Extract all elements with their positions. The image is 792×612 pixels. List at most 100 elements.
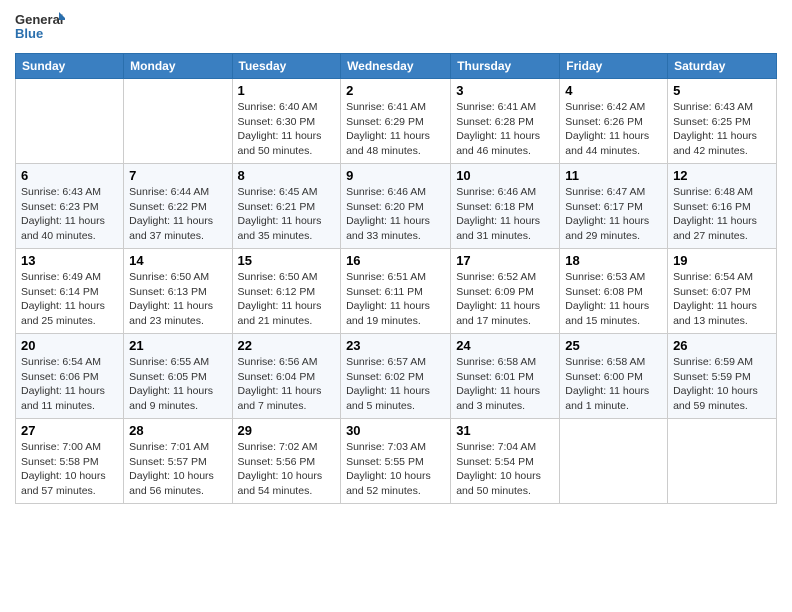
day-number: 28 (129, 423, 226, 438)
calendar-cell: 30 Sunrise: 7:03 AM Sunset: 5:55 PM Dayli… (341, 419, 451, 504)
day-number: 12 (673, 168, 771, 183)
day-number: 10 (456, 168, 554, 183)
day-info: Sunrise: 6:50 AM Sunset: 6:12 PM Dayligh… (238, 270, 336, 329)
svg-text:Blue: Blue (15, 26, 43, 41)
logo-svg: General Blue (15, 10, 65, 45)
day-info: Sunrise: 6:45 AM Sunset: 6:21 PM Dayligh… (238, 185, 336, 244)
day-number: 23 (346, 338, 445, 353)
calendar-cell: 24Sunrise: 6:58 AM Sunset: 6:01 PM Dayli… (451, 334, 560, 419)
calendar-cell: 6 Sunrise: 6:43 AM Sunset: 6:23 PM Daylig… (16, 164, 124, 249)
calendar-cell: 13Sunrise: 6:49 AM Sunset: 6:14 PM Dayli… (16, 249, 124, 334)
day-number: 4 (565, 83, 662, 98)
day-number: 14 (129, 253, 226, 268)
calendar-cell: 9Sunrise: 6:46 AM Sunset: 6:20 PM Daylig… (341, 164, 451, 249)
day-info: Sunrise: 6:54 AM Sunset: 6:06 PM Dayligh… (21, 355, 118, 414)
day-number: 22 (238, 338, 336, 353)
day-number: 9 (346, 168, 445, 183)
day-info: Sunrise: 6:58 AM Sunset: 6:00 PM Dayligh… (565, 355, 662, 414)
col-header-saturday: Saturday (668, 54, 777, 79)
day-info: Sunrise: 6:53 AM Sunset: 6:08 PM Dayligh… (565, 270, 662, 329)
day-number: 1 (238, 83, 336, 98)
calendar-cell: 31 Sunrise: 7:04 AM Sunset: 5:54 PM Dayli… (451, 419, 560, 504)
calendar-cell: 2 Sunrise: 6:41 AM Sunset: 6:29 PM Daylig… (341, 79, 451, 164)
day-info: Sunrise: 6:47 AM Sunset: 6:17 PM Dayligh… (565, 185, 662, 244)
svg-text:General: General (15, 12, 63, 27)
calendar-cell: 26Sunrise: 6:59 AM Sunset: 5:59 PM Dayli… (668, 334, 777, 419)
day-info: Sunrise: 6:57 AM Sunset: 6:02 PM Dayligh… (346, 355, 445, 414)
day-info: Sunrise: 7:01 AM Sunset: 5:57 PM Dayligh… (129, 440, 226, 499)
logo: General Blue (15, 10, 65, 45)
calendar-cell: 12 Sunrise: 6:48 AM Sunset: 6:16 PM Dayli… (668, 164, 777, 249)
calendar-cell: 17 Sunrise: 6:52 AM Sunset: 6:09 PM Dayli… (451, 249, 560, 334)
calendar-cell: 5 Sunrise: 6:43 AM Sunset: 6:25 PM Daylig… (668, 79, 777, 164)
day-info: Sunrise: 7:04 AM Sunset: 5:54 PM Dayligh… (456, 440, 554, 499)
day-info: Sunrise: 6:46 AM Sunset: 6:18 PM Dayligh… (456, 185, 554, 244)
day-number: 29 (238, 423, 336, 438)
day-info: Sunrise: 6:52 AM Sunset: 6:09 PM Dayligh… (456, 270, 554, 329)
calendar-cell: 21Sunrise: 6:55 AM Sunset: 6:05 PM Dayli… (124, 334, 232, 419)
day-number: 5 (673, 83, 771, 98)
day-info: Sunrise: 6:44 AM Sunset: 6:22 PM Dayligh… (129, 185, 226, 244)
day-info: Sunrise: 6:59 AM Sunset: 5:59 PM Dayligh… (673, 355, 771, 414)
day-info: Sunrise: 6:42 AM Sunset: 6:26 PM Dayligh… (565, 100, 662, 159)
calendar-cell: 18Sunrise: 6:53 AM Sunset: 6:08 PM Dayli… (560, 249, 668, 334)
day-number: 30 (346, 423, 445, 438)
calendar-table: SundayMondayTuesdayWednesdayThursdayFrid… (15, 53, 777, 504)
day-number: 2 (346, 83, 445, 98)
day-info: Sunrise: 7:03 AM Sunset: 5:55 PM Dayligh… (346, 440, 445, 499)
day-number: 20 (21, 338, 118, 353)
col-header-monday: Monday (124, 54, 232, 79)
calendar-week-1: 1 Sunrise: 6:40 AM Sunset: 6:30 PM Daylig… (16, 79, 777, 164)
calendar-cell: 15 Sunrise: 6:50 AM Sunset: 6:12 PM Dayli… (232, 249, 341, 334)
calendar-cell: 4 Sunrise: 6:42 AM Sunset: 6:26 PM Daylig… (560, 79, 668, 164)
day-info: Sunrise: 7:02 AM Sunset: 5:56 PM Dayligh… (238, 440, 336, 499)
day-number: 27 (21, 423, 118, 438)
col-header-sunday: Sunday (16, 54, 124, 79)
day-info: Sunrise: 6:56 AM Sunset: 6:04 PM Dayligh… (238, 355, 336, 414)
day-info: Sunrise: 6:43 AM Sunset: 6:23 PM Dayligh… (21, 185, 118, 244)
day-number: 17 (456, 253, 554, 268)
calendar-cell: 3Sunrise: 6:41 AM Sunset: 6:28 PM Daylig… (451, 79, 560, 164)
day-info: Sunrise: 6:54 AM Sunset: 6:07 PM Dayligh… (673, 270, 771, 329)
day-number: 3 (456, 83, 554, 98)
day-number: 31 (456, 423, 554, 438)
day-info: Sunrise: 6:40 AM Sunset: 6:30 PM Dayligh… (238, 100, 336, 159)
day-info: Sunrise: 6:58 AM Sunset: 6:01 PM Dayligh… (456, 355, 554, 414)
day-info: Sunrise: 7:00 AM Sunset: 5:58 PM Dayligh… (21, 440, 118, 499)
day-info: Sunrise: 6:51 AM Sunset: 6:11 PM Dayligh… (346, 270, 445, 329)
day-number: 11 (565, 168, 662, 183)
day-number: 6 (21, 168, 118, 183)
day-info: Sunrise: 6:48 AM Sunset: 6:16 PM Dayligh… (673, 185, 771, 244)
day-number: 19 (673, 253, 771, 268)
calendar-cell: 22 Sunrise: 6:56 AM Sunset: 6:04 PM Dayli… (232, 334, 341, 419)
col-header-wednesday: Wednesday (341, 54, 451, 79)
calendar-cell: 8 Sunrise: 6:45 AM Sunset: 6:21 PM Daylig… (232, 164, 341, 249)
col-header-tuesday: Tuesday (232, 54, 341, 79)
calendar-cell: 11 Sunrise: 6:47 AM Sunset: 6:17 PM Dayli… (560, 164, 668, 249)
page-header: General Blue (15, 10, 777, 45)
day-number: 16 (346, 253, 445, 268)
day-number: 8 (238, 168, 336, 183)
day-number: 15 (238, 253, 336, 268)
col-header-friday: Friday (560, 54, 668, 79)
day-info: Sunrise: 6:49 AM Sunset: 6:14 PM Dayligh… (21, 270, 118, 329)
calendar-cell (668, 419, 777, 504)
calendar-week-3: 13Sunrise: 6:49 AM Sunset: 6:14 PM Dayli… (16, 249, 777, 334)
calendar-cell: 20 Sunrise: 6:54 AM Sunset: 6:06 PM Dayli… (16, 334, 124, 419)
calendar-cell: 7Sunrise: 6:44 AM Sunset: 6:22 PM Daylig… (124, 164, 232, 249)
calendar-cell: 10 Sunrise: 6:46 AM Sunset: 6:18 PM Dayli… (451, 164, 560, 249)
calendar-week-5: 27 Sunrise: 7:00 AM Sunset: 5:58 PM Dayli… (16, 419, 777, 504)
calendar-cell (16, 79, 124, 164)
day-info: Sunrise: 6:41 AM Sunset: 6:29 PM Dayligh… (346, 100, 445, 159)
col-header-thursday: Thursday (451, 54, 560, 79)
calendar-cell (124, 79, 232, 164)
day-info: Sunrise: 6:55 AM Sunset: 6:05 PM Dayligh… (129, 355, 226, 414)
calendar-cell: 29 Sunrise: 7:02 AM Sunset: 5:56 PM Dayli… (232, 419, 341, 504)
calendar-cell (560, 419, 668, 504)
calendar-cell: 25Sunrise: 6:58 AM Sunset: 6:00 PM Dayli… (560, 334, 668, 419)
calendar-week-2: 6 Sunrise: 6:43 AM Sunset: 6:23 PM Daylig… (16, 164, 777, 249)
calendar-cell: 1 Sunrise: 6:40 AM Sunset: 6:30 PM Daylig… (232, 79, 341, 164)
calendar-cell: 23 Sunrise: 6:57 AM Sunset: 6:02 PM Dayli… (341, 334, 451, 419)
calendar-cell: 28 Sunrise: 7:01 AM Sunset: 5:57 PM Dayli… (124, 419, 232, 504)
day-info: Sunrise: 6:43 AM Sunset: 6:25 PM Dayligh… (673, 100, 771, 159)
